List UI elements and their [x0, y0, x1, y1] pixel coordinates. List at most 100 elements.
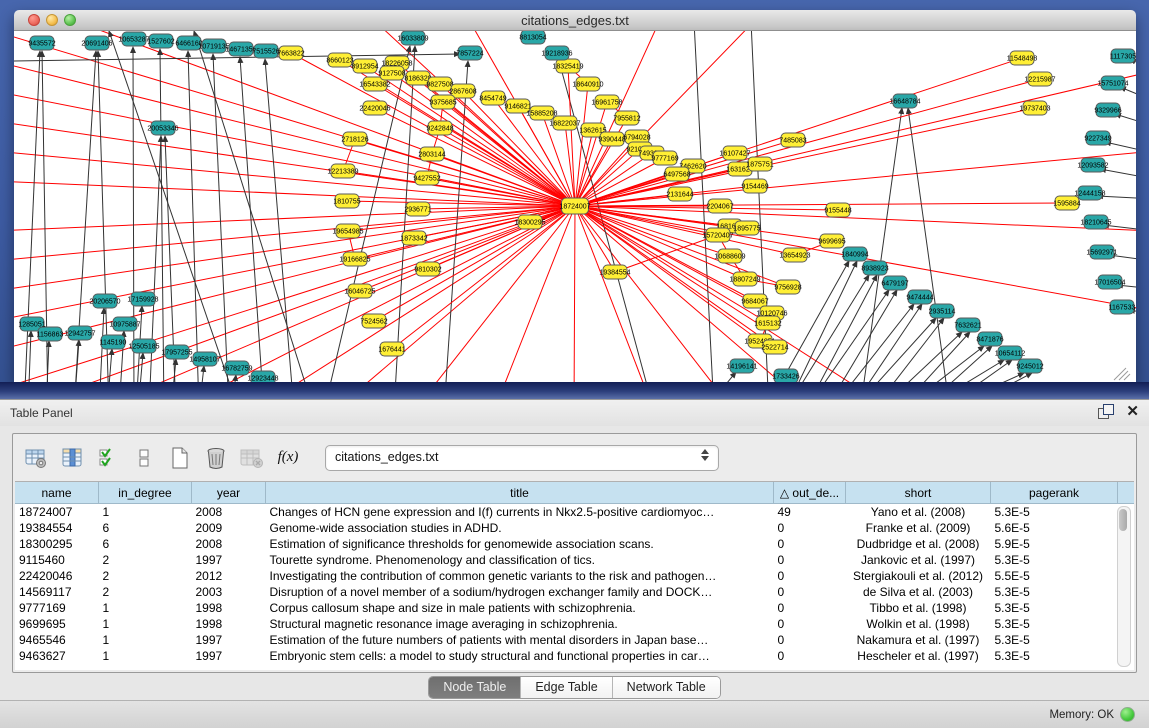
column-header-short[interactable]: short: [846, 482, 991, 504]
table-cell[interactable]: 0: [774, 648, 846, 664]
network-node[interactable]: 7524562: [360, 314, 387, 328]
network-node[interactable]: 16822037: [549, 116, 580, 130]
network-node[interactable]: 17016504: [1094, 275, 1125, 289]
table-cell[interactable]: 0: [774, 552, 846, 568]
network-node[interactable]: 1840994: [841, 247, 868, 261]
table-cell[interactable]: 1: [99, 648, 192, 664]
table-cell[interactable]: 0: [774, 616, 846, 632]
table-cell[interactable]: Tourette syndrome. Phenomenology and cla…: [266, 552, 774, 568]
table-row[interactable]: 1456911722003Disruption of a novel membe…: [15, 584, 1134, 600]
network-node[interactable]: 9155448: [824, 203, 851, 217]
network-node[interactable]: 1167533: [1109, 300, 1136, 314]
table-row[interactable]: 946362711997Embryonic stem cells: a mode…: [15, 648, 1134, 664]
column-header-in_degree[interactable]: in_degree: [99, 482, 192, 504]
table-cell[interactable]: 18724007: [15, 504, 99, 521]
network-node[interactable]: 7515526: [252, 44, 279, 58]
network-node[interactable]: 1527602: [147, 34, 174, 48]
network-node[interactable]: 19166825: [339, 252, 370, 266]
network-node[interactable]: 2935114: [929, 304, 956, 318]
table-row[interactable]: 1938455462009Genome-wide association stu…: [15, 520, 1134, 536]
network-node[interactable]: 14958107: [189, 352, 220, 366]
network-node[interactable]: 12093582: [1077, 158, 1108, 172]
network-node[interactable]: 20691406: [81, 36, 112, 50]
network-node[interactable]: 9777169: [651, 151, 678, 165]
network-node[interactable]: 16046725: [344, 284, 375, 298]
table-cell[interactable]: Disruption of a novel member of a sodium…: [266, 584, 774, 600]
table-cell[interactable]: Tibbo et al. (1998): [846, 600, 991, 616]
table-vertical-scrollbar[interactable]: [1117, 506, 1131, 667]
network-node[interactable]: 1595884: [1053, 196, 1080, 210]
column-header-pagerank[interactable]: pagerank: [991, 482, 1118, 504]
network-node[interactable]: 9127508: [378, 66, 405, 80]
network-node[interactable]: 2131644: [666, 187, 693, 201]
network-node[interactable]: 19654985: [332, 224, 363, 238]
table-cell[interactable]: 1997: [192, 632, 266, 648]
table-cell[interactable]: 9115460: [15, 552, 99, 568]
table-cell[interactable]: Stergiakouli et al. (2012): [846, 568, 991, 584]
network-node[interactable]: 8471876: [976, 332, 1003, 346]
table-cell[interactable]: 2012: [192, 568, 266, 584]
table-source-select[interactable]: citations_edges.txt: [325, 445, 719, 471]
table-cell[interactable]: 1: [99, 616, 192, 632]
table-cell[interactable]: 0: [774, 568, 846, 584]
table-cell[interactable]: 5.9E-5: [991, 536, 1118, 552]
network-node[interactable]: 6497568: [663, 167, 690, 181]
table-cell[interactable]: 2: [99, 552, 192, 568]
table-cell[interactable]: Dudbridge et al. (2008): [846, 536, 991, 552]
table-cell[interactable]: 9699695: [15, 616, 99, 632]
function-builder-icon[interactable]: f(x): [275, 445, 301, 471]
network-node[interactable]: 16782759: [221, 361, 252, 375]
table-row[interactable]: 977716911998Corpus callosum shape and si…: [15, 600, 1134, 616]
table-cell[interactable]: Corpus callosum shape and size in male p…: [266, 600, 774, 616]
table-row[interactable]: 969969511998Structural magnetic resonanc…: [15, 616, 1134, 632]
network-node[interactable]: 12942757: [64, 326, 95, 340]
network-node[interactable]: 8938923: [861, 261, 888, 275]
table-cell[interactable]: 6: [99, 520, 192, 536]
table-cell[interactable]: 9465546: [15, 632, 99, 648]
table-cell[interactable]: 0: [774, 520, 846, 536]
table-cell[interactable]: 1997: [192, 552, 266, 568]
network-node[interactable]: 1875751: [746, 157, 773, 171]
table-cell[interactable]: 5.3E-5: [991, 648, 1118, 664]
network-node[interactable]: 18640910: [572, 77, 603, 91]
table-row[interactable]: 1830029562008Estimation of significance …: [15, 536, 1134, 552]
network-node[interactable]: 22420046: [359, 101, 390, 115]
network-node[interactable]: 8660123: [326, 53, 353, 67]
table-cell[interactable]: Estimation of the future numbers of pati…: [266, 632, 774, 648]
table-cell[interactable]: 0: [774, 536, 846, 552]
table-row[interactable]: 1872400712008Changes of HCN gene express…: [15, 504, 1134, 521]
table-cell[interactable]: 22420046: [15, 568, 99, 584]
network-node[interactable]: 2803144: [418, 147, 445, 161]
table-cell[interactable]: 19384554: [15, 520, 99, 536]
table-row[interactable]: 911546021997Tourette syndrome. Phenomeno…: [15, 552, 1134, 568]
table-cell[interactable]: Genome-wide association studies in ADHD.: [266, 520, 774, 536]
table-cell[interactable]: 18300295: [15, 536, 99, 552]
table-cell[interactable]: Yano et al. (2008): [846, 504, 991, 521]
network-node[interactable]: 12215987: [1024, 72, 1055, 86]
network-node[interactable]: 10688609: [714, 249, 745, 263]
network-node[interactable]: 10654112: [995, 346, 1026, 360]
network-window-titlebar[interactable]: citations_edges.txt: [14, 10, 1136, 31]
table-cell[interactable]: Embryonic stem cells: a model to study s…: [266, 648, 774, 664]
network-node[interactable]: 9329966: [1094, 103, 1121, 117]
network-node[interactable]: 9756928: [774, 280, 801, 294]
delete-table-icon[interactable]: [203, 445, 229, 471]
network-node[interactable]: 2936771: [404, 202, 431, 216]
table-cell[interactable]: Franke et al. (2009): [846, 520, 991, 536]
table-cell[interactable]: 5.3E-5: [991, 632, 1118, 648]
table-cell[interactable]: Wolkin et al. (1998): [846, 616, 991, 632]
network-node[interactable]: 18724007: [559, 198, 590, 214]
network-node[interactable]: 2718126: [341, 132, 368, 146]
table-cell[interactable]: 0: [774, 600, 846, 616]
table-cell[interactable]: 9777169: [15, 600, 99, 616]
network-node[interactable]: 11548498: [1007, 51, 1038, 65]
network-node[interactable]: 1615132: [754, 316, 781, 330]
table-settings-icon[interactable]: [23, 445, 49, 471]
table-cell[interactable]: 2008: [192, 536, 266, 552]
table-cell[interactable]: 14569117: [15, 584, 99, 600]
network-node[interactable]: 7485083: [779, 133, 806, 147]
table-row[interactable]: 2242004622012Investigating the contribut…: [15, 568, 1134, 584]
network-node[interactable]: 9390448: [598, 132, 625, 146]
network-node[interactable]: 7857224: [456, 46, 483, 60]
column-visibility-icon[interactable]: [59, 445, 85, 471]
